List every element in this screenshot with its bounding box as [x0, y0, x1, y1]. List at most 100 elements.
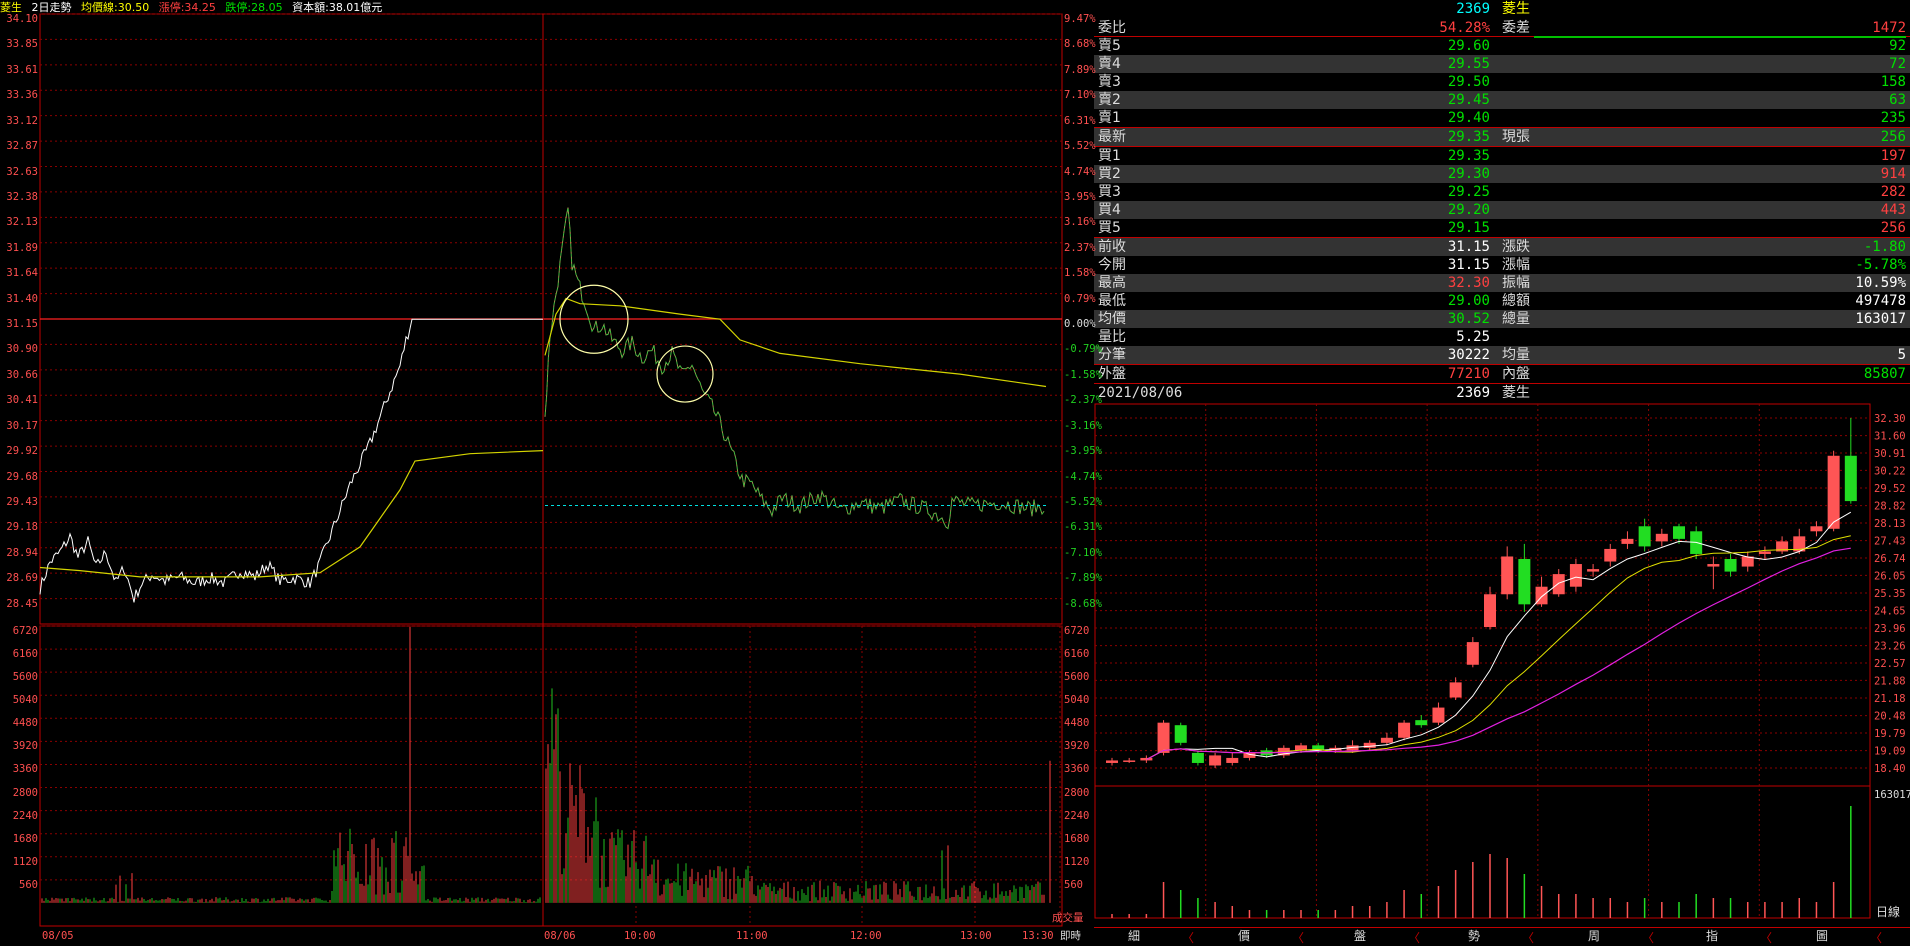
pct-tick-label: -8.68%	[1064, 597, 1102, 610]
tab-separator-icon: 〈	[1642, 931, 1655, 945]
price-tick-label: 29.92	[6, 445, 38, 458]
candle-body	[1398, 722, 1411, 738]
daily-kline-chart[interactable]: 32.30 31.60 30.91 30.22 29.52 28.82 28.13 27.43…	[1094, 398, 1910, 928]
kline-price-tick: 25.35	[1874, 588, 1906, 600]
quote-panel: 2369 菱生 委比 54.28% 委差 1472 賣5 29.60 92 賣4 29.…	[1094, 0, 1910, 401]
kline-price-tick: 30.22	[1874, 465, 1906, 477]
quote-value: 30.52	[1447, 311, 1490, 327]
quote-value-2: 282	[1880, 184, 1906, 200]
price-tick-label: 31.15	[6, 318, 38, 330]
price-tick-label: 31.89	[6, 241, 38, 254]
price-tick-label: 32.63	[6, 165, 38, 178]
quote-value: 29.15	[1447, 220, 1490, 236]
kline-price-tick: 29.52	[1874, 483, 1906, 495]
tab-separator-icon: 〈	[1182, 931, 1195, 945]
quote-value-2: 158	[1880, 74, 1906, 90]
quote-value: 29.55	[1447, 56, 1490, 72]
candle-body	[1604, 548, 1617, 562]
candle-body	[1827, 455, 1840, 529]
price-tick-label: 30.66	[6, 368, 38, 381]
volume-tick-label: 6160	[12, 648, 38, 661]
volume-tick-label: 1120	[12, 855, 38, 868]
volume-tick-label-right: 4480	[1064, 717, 1090, 730]
candle-body	[1209, 755, 1222, 766]
price-tick-label: 29.18	[6, 521, 38, 534]
candle-body	[1106, 760, 1118, 763]
candle-body	[1484, 594, 1496, 627]
tab-1[interactable]: 價	[1224, 927, 1264, 944]
pct-tick-label: 0.79%	[1064, 292, 1096, 305]
quote-key-2: 總額	[1502, 293, 1530, 309]
volume-tick-label-right: 2240	[1064, 809, 1090, 822]
volume-tick-label: 5040	[12, 694, 38, 707]
candle-body	[1466, 642, 1479, 665]
kline-volume-label: 163017	[1874, 789, 1910, 801]
candle-body	[1810, 526, 1823, 532]
ratio-value: 54.28%	[1439, 20, 1490, 36]
quote-value: 29.35	[1447, 148, 1490, 164]
day1-price-line	[39, 318, 543, 603]
quote-row: 今開 31.15 漲幅 -5.78%	[1094, 256, 1910, 274]
time-label: 12:00	[850, 930, 882, 942]
price-tick-label: 31.40	[6, 292, 38, 305]
candle-body	[1432, 707, 1445, 723]
quote-key-2: 內盤	[1502, 366, 1530, 382]
tab-4[interactable]: 周	[1574, 927, 1614, 944]
candle-body	[1587, 569, 1600, 572]
time-label: 08/05	[42, 930, 74, 942]
kline-price-tick: 26.05	[1874, 570, 1906, 582]
pct-tick-label: -4.74%	[1064, 470, 1102, 483]
quote-value: 29.40	[1447, 110, 1490, 126]
quote-value-2: 85807	[1863, 366, 1906, 382]
tab-3[interactable]: 勢	[1454, 927, 1494, 944]
volume-tick-label: 2800	[12, 786, 38, 799]
quote-row: 均價 30.52 總量 163017	[1094, 310, 1910, 328]
pct-tick-label: -2.37%	[1064, 394, 1102, 407]
pct-tick-label: -7.10%	[1064, 546, 1102, 559]
candle-body	[1673, 526, 1685, 539]
kline-price-tick: 21.88	[1874, 675, 1906, 687]
quote-value-2: 72	[1889, 56, 1906, 72]
ratio-bar	[1534, 36, 1906, 38]
volume-tick-label: 2240	[12, 809, 38, 822]
pct-tick-label: 8.68%	[1064, 38, 1096, 51]
quote-value: 30222	[1447, 347, 1490, 363]
diff-value: 1472	[1872, 20, 1906, 36]
price-tick-label: 30.17	[6, 419, 38, 432]
tab-0[interactable]: 細	[1114, 927, 1154, 944]
pct-tick-label: 3.95%	[1064, 190, 1096, 203]
kline-frame	[1094, 403, 1871, 919]
kline-price-tick: 21.18	[1874, 693, 1906, 705]
candle-body	[1501, 556, 1514, 595]
quote-value-2: -1.80	[1863, 239, 1906, 255]
pct-tick-label: -1.58%	[1064, 368, 1102, 381]
tab-separator-icon: 〈	[1292, 931, 1305, 945]
kline-price-tick: 28.13	[1874, 518, 1906, 530]
candle-body	[1518, 559, 1531, 605]
pct-tick-label: 7.10%	[1064, 89, 1096, 102]
volume-tick-label-right: 1120	[1064, 855, 1090, 868]
quote-value: 29.50	[1447, 74, 1490, 90]
pct-tick-label: 7.89%	[1064, 63, 1096, 76]
quote-value: 29.25	[1447, 184, 1490, 200]
volume-tick-label: 5600	[12, 671, 38, 684]
tab-separator-icon: 〈	[1408, 931, 1421, 945]
pct-tick-label: 4.74%	[1064, 165, 1096, 178]
day1-avg-line	[39, 450, 544, 578]
price-tick-label: 30.41	[6, 394, 38, 407]
kline-price-tick: 19.79	[1874, 728, 1906, 740]
price-tick-label: 32.87	[6, 140, 38, 153]
price-tick-label: 28.69	[6, 572, 38, 585]
day2-avg-line	[544, 297, 1047, 388]
quote-value-2: 235	[1880, 110, 1906, 126]
candle-body	[1621, 538, 1634, 544]
tab-6[interactable]: 圖	[1802, 927, 1842, 944]
quote-value: 31.15	[1447, 257, 1490, 273]
tab-separator-icon: 〈	[1522, 931, 1535, 945]
tab-separator-icon: 〈	[1870, 931, 1883, 945]
volume-tick-label: 3920	[12, 740, 38, 753]
quote-value: 29.20	[1447, 202, 1490, 218]
tab-2[interactable]: 盤	[1340, 927, 1380, 944]
tab-5[interactable]: 指	[1692, 927, 1732, 944]
intraday-chart[interactable]	[0, 0, 1094, 946]
